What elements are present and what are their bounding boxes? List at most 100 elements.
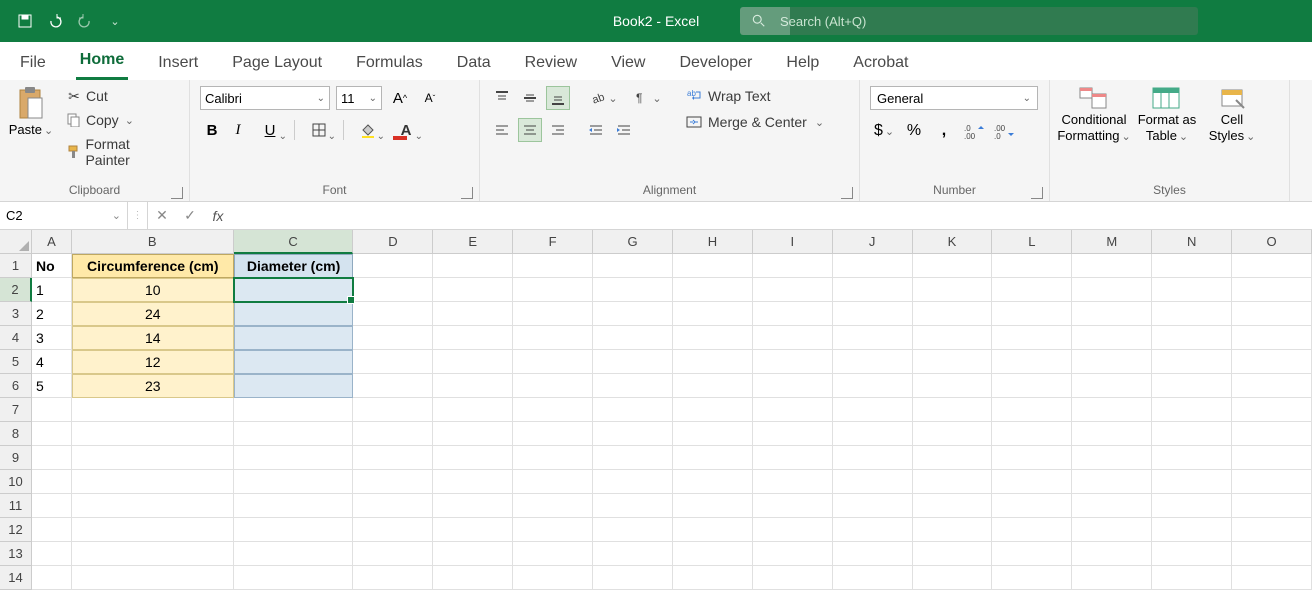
launcher-icon[interactable] [461, 187, 473, 199]
cell[interactable] [593, 422, 673, 446]
cell[interactable] [673, 350, 753, 374]
cell-C6[interactable] [234, 374, 354, 398]
cell[interactable] [833, 302, 913, 326]
col-F[interactable]: F [513, 230, 593, 254]
cancel-fx-icon[interactable]: ✕ [148, 202, 176, 229]
cell[interactable] [992, 350, 1072, 374]
cell[interactable] [513, 374, 593, 398]
cell-C1[interactable]: Diameter (cm) [234, 254, 354, 278]
cell[interactable] [833, 350, 913, 374]
row-hdr-12[interactable]: 12 [0, 518, 32, 542]
row-hdr-10[interactable]: 10 [0, 470, 32, 494]
cell[interactable] [833, 446, 913, 470]
cell[interactable] [513, 302, 593, 326]
cell[interactable] [992, 446, 1072, 470]
cell[interactable] [1072, 566, 1152, 590]
cell[interactable] [433, 566, 513, 590]
decrease-indent-icon[interactable] [584, 118, 608, 142]
cell[interactable] [234, 470, 354, 494]
cell[interactable] [593, 446, 673, 470]
cell[interactable] [32, 542, 72, 566]
col-B[interactable]: B [72, 230, 234, 254]
cell[interactable] [833, 566, 913, 590]
cell[interactable] [593, 254, 673, 278]
cell[interactable] [913, 542, 993, 566]
col-D[interactable]: D [353, 230, 433, 254]
font-name-select[interactable]: Calibri⌄ [200, 86, 330, 110]
cell[interactable] [753, 398, 833, 422]
cell[interactable] [1152, 254, 1232, 278]
cell[interactable] [673, 494, 753, 518]
cell[interactable] [1072, 542, 1152, 566]
cell[interactable] [992, 470, 1072, 494]
cell[interactable] [1152, 326, 1232, 350]
format-painter-button[interactable]: Format Painter [62, 134, 179, 170]
row-hdr-11[interactable]: 11 [0, 494, 32, 518]
cell[interactable] [593, 302, 673, 326]
cell[interactable] [673, 326, 753, 350]
cell[interactable] [913, 278, 993, 302]
cell[interactable] [753, 254, 833, 278]
cell[interactable] [913, 518, 993, 542]
cell[interactable] [1072, 374, 1152, 398]
cell[interactable] [433, 326, 513, 350]
cell[interactable] [753, 566, 833, 590]
cell[interactable] [593, 470, 673, 494]
tab-file[interactable]: File [16, 48, 50, 80]
col-J[interactable]: J [833, 230, 913, 254]
row-hdr-6[interactable]: 6 [0, 374, 32, 398]
cell[interactable] [513, 470, 593, 494]
cell[interactable] [753, 542, 833, 566]
cell[interactable] [353, 470, 433, 494]
cell[interactable] [913, 302, 993, 326]
cell[interactable] [353, 326, 433, 350]
cell[interactable] [673, 254, 753, 278]
cell[interactable] [833, 422, 913, 446]
cell-B4[interactable]: 14 [72, 326, 234, 350]
fill-color-button[interactable] [350, 118, 386, 142]
cut-button[interactable]: ✂Cut [62, 86, 179, 106]
cell[interactable] [353, 422, 433, 446]
align-top-icon[interactable] [490, 86, 514, 110]
cell-B6[interactable]: 23 [72, 374, 234, 398]
cell[interactable] [433, 542, 513, 566]
cell[interactable] [593, 542, 673, 566]
cell[interactable] [1152, 422, 1232, 446]
cell[interactable] [32, 566, 72, 590]
cell-B5[interactable]: 12 [72, 350, 234, 374]
increase-indent-icon[interactable] [612, 118, 636, 142]
cell[interactable] [353, 494, 433, 518]
cell[interactable] [513, 542, 593, 566]
cell[interactable] [433, 374, 513, 398]
cell[interactable] [833, 542, 913, 566]
cell[interactable] [673, 374, 753, 398]
cell[interactable] [753, 302, 833, 326]
cell[interactable] [433, 302, 513, 326]
cell[interactable] [992, 302, 1072, 326]
cell[interactable] [513, 494, 593, 518]
copy-button[interactable]: Copy [62, 110, 179, 130]
cell[interactable] [753, 422, 833, 446]
row-hdr-3[interactable]: 3 [0, 302, 32, 326]
cell-C2[interactable] [234, 278, 354, 302]
cell[interactable] [833, 326, 913, 350]
cell[interactable] [72, 518, 234, 542]
cell[interactable] [433, 398, 513, 422]
cell[interactable] [433, 278, 513, 302]
cell[interactable] [234, 494, 354, 518]
format-table-button[interactable]: Format as Table [1136, 86, 1198, 145]
borders-button[interactable] [301, 118, 337, 142]
wrap-text-button[interactable]: abWrap Text [682, 86, 828, 106]
cell[interactable] [513, 518, 593, 542]
align-center-icon[interactable] [518, 118, 542, 142]
cell[interactable] [1152, 518, 1232, 542]
cell[interactable] [992, 278, 1072, 302]
enter-fx-icon[interactable]: ✓ [176, 202, 204, 229]
cell-C5[interactable] [234, 350, 354, 374]
cell[interactable] [353, 446, 433, 470]
cell[interactable] [1072, 350, 1152, 374]
cell[interactable] [433, 446, 513, 470]
cell[interactable] [1152, 350, 1232, 374]
font-color-button[interactable]: A [388, 118, 424, 142]
cell-B1[interactable]: Circumference (cm) [72, 254, 234, 278]
